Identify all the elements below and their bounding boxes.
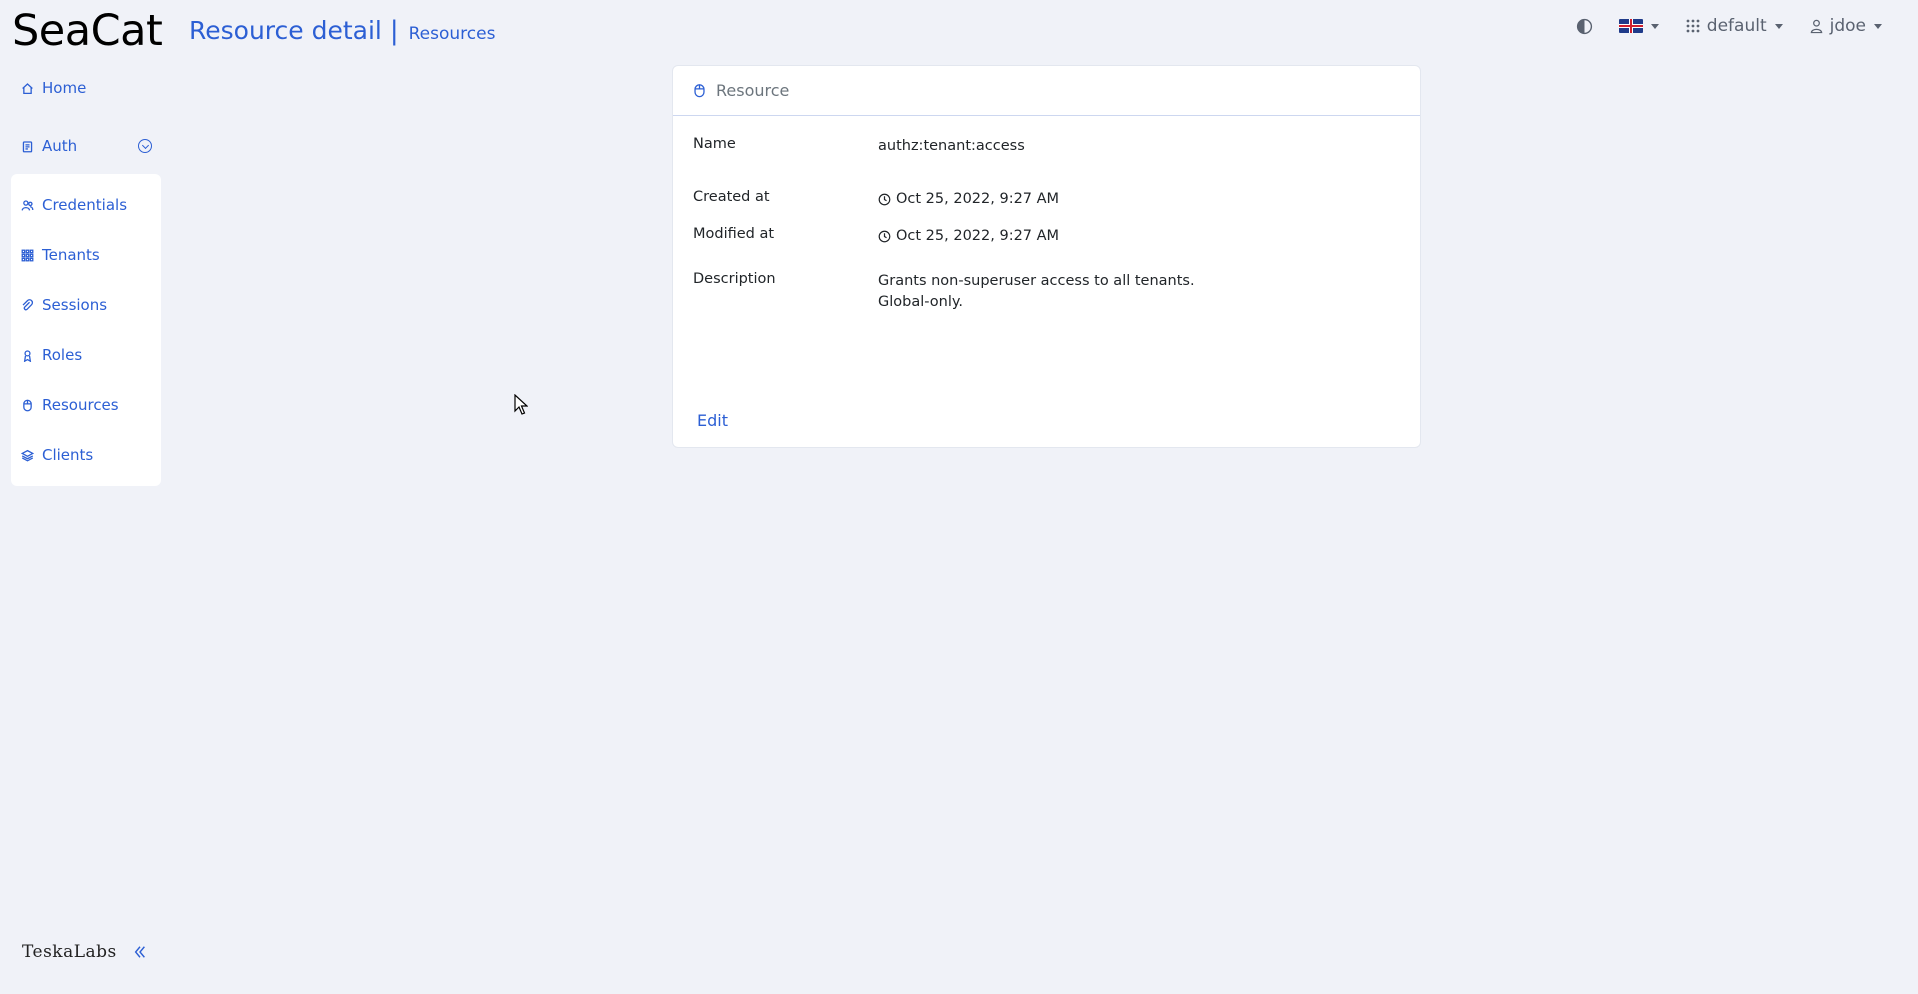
chevron-down-icon xyxy=(1774,23,1783,29)
modified-at-text: Oct 25, 2022, 9:27 AM xyxy=(896,228,1060,244)
field-description: Description Grants non-superuser access … xyxy=(693,271,1198,313)
sidebar-item-label: Sessions xyxy=(42,296,108,314)
sidebar-item-resources[interactable]: Resources xyxy=(11,380,161,430)
created-at-value: Oct 25, 2022, 9:27 AM xyxy=(878,189,1059,210)
clock-icon xyxy=(878,230,891,243)
collapse-section-icon[interactable] xyxy=(138,139,152,153)
language-dropdown[interactable] xyxy=(1618,19,1659,33)
topbar-actions: default jdoe xyxy=(1576,16,1882,36)
teskalabs-logo: TeskaLabs xyxy=(22,942,117,962)
field-label: Modified at xyxy=(693,226,775,242)
page-title: Resource detail xyxy=(189,16,382,45)
sidebar-item-tenants[interactable]: Tenants xyxy=(11,230,161,280)
resource-name-value: authz:tenant:access xyxy=(878,138,1025,154)
field-created-at: Created at Oct 25, 2022, 9:27 AM xyxy=(693,189,1059,210)
card-title: Resource xyxy=(716,81,790,100)
field-modified-at: Modified at Oct 25, 2022, 9:27 AM xyxy=(693,226,1059,247)
card-header: Resource xyxy=(673,66,1420,116)
resource-card: Resource Name authz:tenant:access Create… xyxy=(672,65,1421,448)
paperclip-icon xyxy=(22,298,34,310)
sidebar-item-label: Roles xyxy=(42,346,83,364)
sidebar-item-label: Auth xyxy=(42,137,78,155)
clock-icon xyxy=(878,193,891,206)
layers-icon xyxy=(21,449,34,462)
sidebar-item-label: Resources xyxy=(42,396,119,414)
mouse-icon xyxy=(694,84,705,98)
field-label: Description xyxy=(693,271,776,287)
created-at-text: Oct 25, 2022, 9:27 AM xyxy=(896,191,1060,207)
chevron-down-icon xyxy=(1650,23,1659,29)
tenant-label: default xyxy=(1706,16,1767,36)
page-header: Resource detail | Resources xyxy=(189,14,495,51)
brand-logo[interactable]: SeaCat xyxy=(12,4,163,58)
sidebar-item-home[interactable]: Home xyxy=(0,70,160,106)
collapse-sidebar-button[interactable] xyxy=(133,945,147,959)
field-name: Name authz:tenant:access xyxy=(693,136,1025,157)
sidebar-item-label: Clients xyxy=(42,446,94,464)
house-icon xyxy=(22,82,33,94)
user-icon xyxy=(1810,19,1822,34)
contrast-icon xyxy=(1576,18,1592,34)
clipboard-icon xyxy=(22,140,33,152)
chevron-down-icon xyxy=(1874,23,1882,29)
grid-icon xyxy=(1686,19,1700,33)
field-label: Name xyxy=(693,136,736,152)
sidebar-item-credentials[interactable]: Credentials xyxy=(11,180,161,230)
person-badge-icon xyxy=(23,349,32,362)
field-label: Created at xyxy=(693,189,770,205)
breadcrumb-resources[interactable]: Resources xyxy=(409,17,496,51)
sidebar-item-clients[interactable]: Clients xyxy=(11,430,161,480)
modified-at-value: Oct 25, 2022, 9:27 AM xyxy=(878,226,1059,247)
mouse-pointer-icon xyxy=(514,394,528,415)
description-value: Grants non-superuser access to all tenan… xyxy=(878,273,1195,310)
grid-icon xyxy=(21,249,34,261)
chevrons-left-icon xyxy=(134,946,145,958)
user-label: jdoe xyxy=(1829,16,1866,36)
sidebar-item-roles[interactable]: Roles xyxy=(11,330,161,380)
sidebar-item-label: Tenants xyxy=(42,246,100,264)
title-separator: | xyxy=(389,16,399,46)
app-root: SeaCat Resource detail | Resources defau… xyxy=(0,0,1918,994)
sidebar-item-sessions[interactable]: Sessions xyxy=(11,280,161,330)
people-icon xyxy=(21,199,34,211)
uk-flag-icon xyxy=(1618,19,1643,33)
mouse-icon xyxy=(23,399,32,411)
edit-button[interactable]: Edit xyxy=(697,411,728,430)
sidebar-item-label: Home xyxy=(42,79,87,97)
theme-toggle-button[interactable] xyxy=(1576,18,1593,35)
sidebar-footer: TeskaLabs xyxy=(22,942,147,962)
auth-subnav: Credentials Tenants Sessions Roles Resou… xyxy=(11,174,161,486)
sidebar-item-auth[interactable]: Auth xyxy=(0,128,160,164)
sidebar-item-label: Credentials xyxy=(42,196,128,214)
tenant-dropdown[interactable]: default xyxy=(1685,16,1783,36)
user-dropdown[interactable]: jdoe xyxy=(1809,16,1882,36)
